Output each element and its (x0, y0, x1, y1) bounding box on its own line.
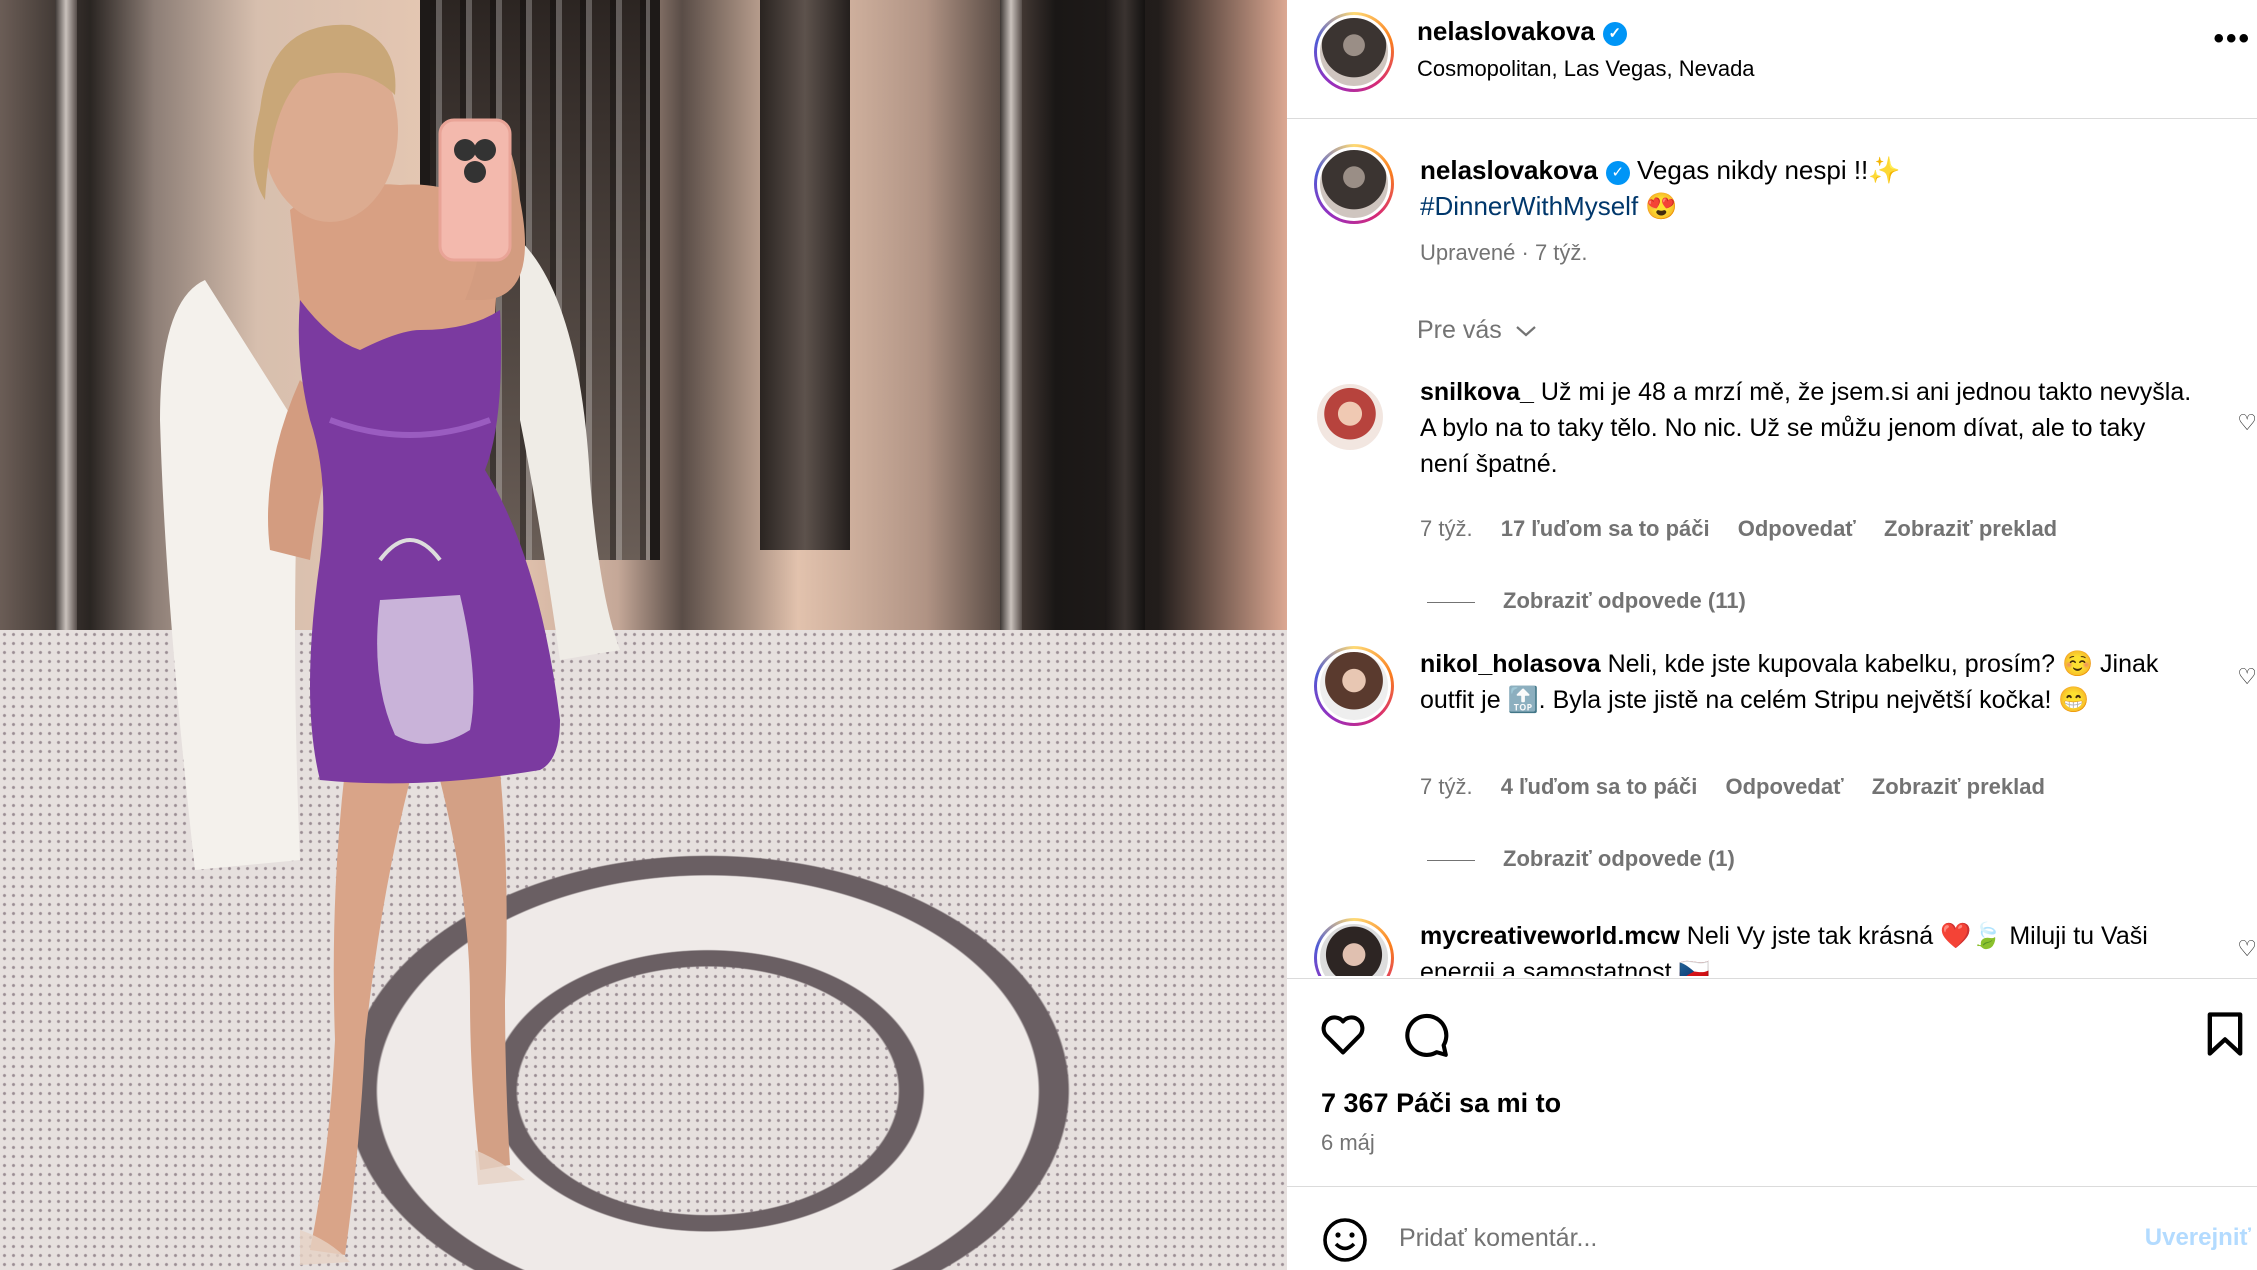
commenter-avatar[interactable] (1317, 384, 1383, 450)
comment-meta: 7 týž. 4 ľuďom sa to páči Odpovedať Zobr… (1420, 774, 2067, 800)
header-username-text[interactable]: nelaslovakova (1417, 16, 1595, 46)
header-divider (1287, 118, 2257, 119)
comment-username[interactable]: nikol_holasova (1420, 650, 1601, 678)
author-avatar[interactable] (1314, 12, 1394, 92)
comment-username[interactable]: snilkova_ (1420, 378, 1534, 406)
comment-likes-count[interactable]: 4 ľuďom sa to páči (1501, 774, 1698, 799)
bookmark-icon[interactable] (2199, 1008, 2251, 1060)
comment-like-heart-icon[interactable]: ♡ (2237, 410, 2257, 436)
comment-like-heart-icon[interactable]: ♡ (2237, 936, 2257, 962)
comment-translate-button[interactable]: Zobraziť preklad (1884, 516, 2057, 541)
verified-badge-icon: ✓ (1605, 161, 1630, 185)
more-options-icon[interactable]: ••• (2213, 22, 2251, 56)
comment-reply-button[interactable]: Odpovedať (1726, 774, 1844, 799)
post-actions-bar (1287, 978, 2257, 1078)
comment-time: 7 týž. (1420, 774, 1473, 799)
comment-like-heart-icon[interactable]: ♡ (2237, 664, 2257, 690)
post-location[interactable]: Cosmopolitan, Las Vegas, Nevada (1417, 56, 1755, 82)
verified-badge-icon: ✓ (1602, 22, 1627, 46)
comment-sort-dropdown[interactable]: Pre vás (1417, 316, 1537, 345)
comment-username[interactable]: mycreativeworld.mcw (1420, 922, 1680, 950)
caption-hashtag[interactable]: #DinnerWithMyself (1420, 191, 1638, 221)
chevron-down-icon (1515, 326, 1536, 337)
caption-text: Vegas nikdy nespi !!✨ (1637, 155, 1901, 185)
comment-translate-button[interactable]: Zobraziť preklad (1872, 774, 2045, 799)
comment-likes-count[interactable]: 17 ľuďom sa to páči (1501, 516, 1710, 541)
post-photo[interactable] (0, 0, 1287, 1270)
comment-body: nikol_holasova Neli, kde jste kupovala k… (1420, 646, 2200, 718)
comment-meta: 7 týž. 17 ľuďom sa to páči Odpovedať Zob… (1420, 516, 2079, 542)
comment-body: snilkova_ Už mi je 48 a mrzí mě, že jsem… (1420, 374, 2200, 482)
header-username[interactable]: nelaslovakova ✓ (1417, 16, 1627, 47)
view-replies-button[interactable]: Zobraziť odpovede (1) (1427, 846, 1735, 872)
comment-reply-button[interactable]: Odpovedať (1738, 516, 1856, 541)
woman-in-purple-dress-illustration (160, 24, 620, 1265)
edited-timestamp: Upravené · 7 týž. (1420, 240, 1588, 265)
comment-sort-label: Pre vás (1417, 316, 1502, 344)
caption-username[interactable]: nelaslovakova (1420, 155, 1598, 185)
view-replies-button[interactable]: Zobraziť odpovede (11) (1427, 588, 1746, 614)
commenter-avatar[interactable] (1314, 646, 1394, 726)
comment-bubble-icon[interactable] (1399, 1008, 1451, 1060)
comment-time: 7 týž. (1420, 516, 1473, 541)
caption-emoji: 😍 (1645, 191, 1678, 221)
post-date[interactable]: 6 máj (1321, 1130, 1375, 1156)
commenter-avatar[interactable] (1314, 918, 1394, 976)
heart-icon[interactable] (1317, 1008, 1369, 1060)
comment-input[interactable] (1397, 1212, 2021, 1264)
likes-count[interactable]: 7 367 Páči sa mi to (1321, 1088, 1561, 1119)
comments-list[interactable]: snilkova_ Už mi je 48 a mrzí mě, že jsem… (1287, 360, 2257, 976)
post-caption: nelaslovakova ✓ Vegas nikdy nespi !!✨ #Di… (1420, 152, 2220, 224)
emoji-icon[interactable] (1321, 1216, 1369, 1264)
caption-author-avatar[interactable] (1314, 144, 1394, 224)
post-detail-panel: nelaslovakova ✓ Cosmopolitan, Las Vegas, … (1287, 0, 2257, 1270)
comment-text: Už mi je 48 a mrzí mě, že jsem.si ani je… (1420, 378, 2192, 478)
post-comment-button[interactable]: Uverejniť (2145, 1224, 2251, 1252)
add-comment-bar: Uverejniť (1287, 1186, 2257, 1270)
comment-body: mycreativeworld.mcw Neli Vy jste tak krá… (1420, 918, 2200, 976)
